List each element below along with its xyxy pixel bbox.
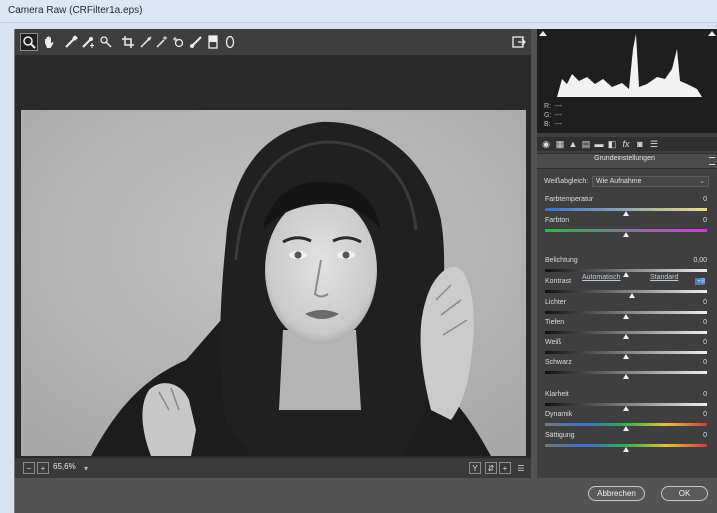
r-value: ---	[555, 103, 562, 110]
window-titlebar: Camera Raw (CRFilter1a.eps)	[0, 0, 717, 23]
slider-label: Kontrast	[545, 278, 572, 285]
zoom-out-button[interactable]: −	[23, 462, 35, 474]
red-eye-tool-icon[interactable]	[170, 33, 188, 51]
hsl-tab-icon[interactable]: ▤	[580, 138, 592, 150]
slider-label: Farbton	[545, 217, 570, 224]
ok-button[interactable]: OK	[661, 486, 708, 501]
adjustments-panel: R: --- G: --- B: --- ◉ ▦ ▲ ▤ ▬ ◧ fx ◙ ☰ …	[537, 29, 717, 478]
before-after-toggle-icon[interactable]: Y	[469, 462, 481, 474]
slider-value[interactable]: 0	[677, 196, 707, 203]
g-label: G:	[544, 112, 552, 119]
status-bar: − + 65,6% ▾ Y ⇵ + ☰	[15, 458, 531, 478]
g-value: ---	[555, 112, 562, 119]
preview-canvas[interactable]	[15, 56, 531, 458]
slider-value[interactable]: 0	[677, 411, 707, 418]
white-balance-tool-icon[interactable]	[62, 33, 80, 51]
open-preferences-icon[interactable]	[510, 33, 528, 51]
slider-thumb[interactable]	[623, 272, 629, 277]
crop-tool-icon[interactable]	[119, 33, 137, 51]
lens-corrections-tab-icon[interactable]: ◧	[606, 138, 618, 150]
slider-value[interactable]: 0	[677, 432, 707, 439]
color-sampler-tool-icon[interactable]	[79, 33, 97, 51]
basic-tab-icon[interactable]: ◉	[540, 138, 552, 150]
white-balance-label: Weißabgleich:	[544, 178, 589, 185]
panel-tabs: ◉ ▦ ▲ ▤ ▬ ◧ fx ◙ ☰	[537, 137, 717, 151]
slider-thumb[interactable]	[623, 354, 629, 359]
slider-thumb[interactable]	[623, 232, 629, 237]
slider-value[interactable]: 0	[677, 319, 707, 326]
portrait-photo	[21, 110, 526, 456]
camera-calibration-tab-icon[interactable]: ◙	[634, 138, 646, 150]
copy-settings-icon[interactable]: +	[499, 462, 511, 474]
zoom-dropdown-icon[interactable]: ▾	[81, 462, 91, 474]
slider-thumb[interactable]	[623, 426, 629, 431]
section-title: Grundeinstellungen	[594, 155, 655, 162]
slider-value[interactable]: 0	[677, 299, 707, 306]
slider-thumb[interactable]	[623, 374, 629, 379]
presets-tab-icon[interactable]: ☰	[648, 138, 660, 150]
tone-curve-tab-icon[interactable]: ▦	[554, 138, 566, 150]
slider-thumb[interactable]	[623, 314, 629, 319]
slider-value[interactable]: 0	[677, 339, 707, 346]
hand-tool-icon[interactable]	[40, 33, 58, 51]
preview-preferences-icon[interactable]: ☰	[515, 462, 527, 474]
zoom-in-button[interactable]: +	[37, 462, 49, 474]
zoom-tool-icon[interactable]	[20, 33, 38, 51]
auto-link[interactable]: Automatisch	[582, 274, 621, 281]
b-label: B:	[544, 121, 551, 128]
chevron-down-icon: ⌄	[699, 178, 705, 185]
slider-thumb[interactable]	[623, 211, 629, 216]
adjustment-brush-icon[interactable]	[187, 33, 205, 51]
slider-value[interactable]: 0,00	[677, 257, 707, 264]
standard-link[interactable]: Standard	[650, 274, 678, 281]
targeted-adjustment-tool-icon[interactable]	[97, 33, 115, 51]
section-header: Grundeinstellungen	[537, 153, 717, 169]
histogram: R: --- G: --- B: ---	[537, 29, 717, 133]
slider-label: Farbtemperatur	[545, 196, 594, 203]
radial-filter-icon[interactable]	[221, 33, 239, 51]
slider-thumb[interactable]	[623, 447, 629, 452]
white-balance-select[interactable]: Wie Aufnahme ⌄	[592, 176, 709, 187]
swap-before-after-icon[interactable]: ⇵	[485, 462, 497, 474]
detail-tab-icon[interactable]: ▲	[567, 138, 579, 150]
window-title: Camera Raw (CRFilter1a.eps)	[8, 5, 143, 16]
slider-thumb[interactable]	[623, 406, 629, 411]
slider-label: Dynamik	[545, 411, 573, 418]
slider-label: Tiefen	[545, 319, 565, 326]
graduated-filter-icon[interactable]	[204, 33, 222, 51]
zoom-level: 65,6%	[53, 462, 76, 471]
white-balance-value: Wie Aufnahme	[596, 178, 642, 185]
slider-label: Weiß	[545, 339, 562, 346]
slider-value[interactable]: 0	[677, 359, 707, 366]
slider-label: Lichter	[545, 299, 567, 306]
slider-label: Belichtung	[545, 257, 578, 264]
slider-value[interactable]: 0	[677, 391, 707, 398]
cancel-button[interactable]: Abbrechen	[588, 486, 645, 501]
histogram-graph	[557, 34, 702, 97]
tool-bar	[15, 29, 531, 56]
slider-thumb[interactable]	[623, 334, 629, 339]
panel-menu-icon[interactable]	[709, 157, 715, 165]
split-toning-tab-icon[interactable]: ▬	[593, 138, 605, 150]
camera-raw-dialog: − + 65,6% ▾ Y ⇵ + ☰ R: --- G: --- B: ---…	[14, 29, 717, 513]
effects-tab-icon[interactable]: fx	[620, 138, 632, 150]
slider-thumb[interactable]	[629, 293, 636, 298]
slider-value[interactable]: 0	[677, 217, 707, 224]
slider-label: Schwarz	[545, 359, 572, 366]
spot-removal-tool-icon[interactable]	[153, 33, 171, 51]
slider-label: Klarheit	[545, 391, 569, 398]
slider-track[interactable]	[545, 290, 707, 293]
r-label: R:	[544, 103, 551, 110]
slider-label: Sättigung	[545, 432, 575, 439]
slider-value[interactable]: +8	[695, 278, 705, 285]
b-value: ---	[555, 121, 562, 128]
